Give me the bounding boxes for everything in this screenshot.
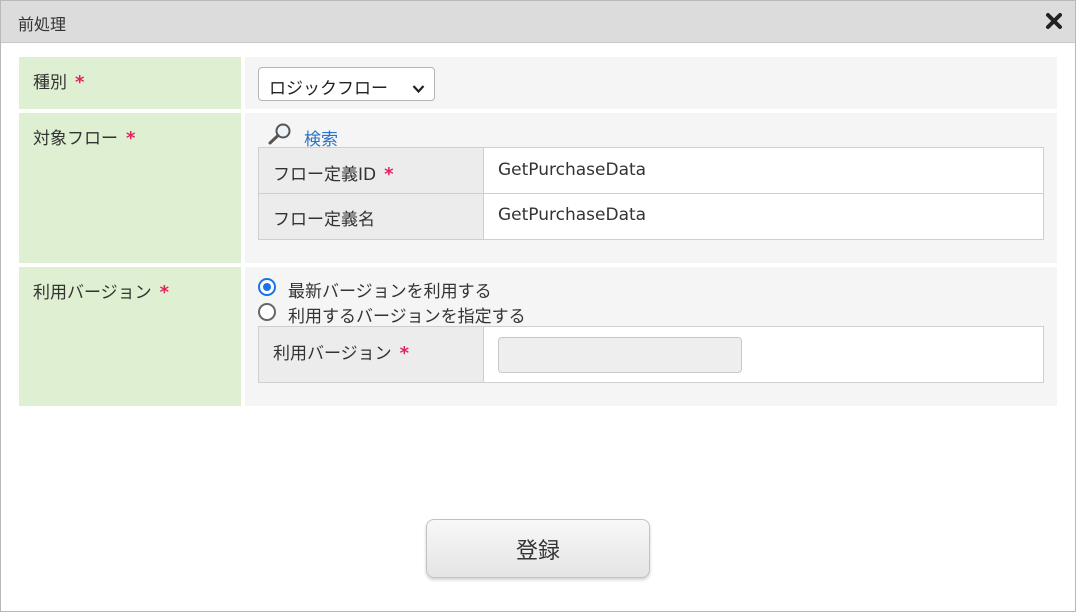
required-mark: * — [126, 128, 136, 149]
row-version: 利用バージョン * 最新バージョンを利用する 利用するバージョンを指定する 利用バ… — [19, 267, 1057, 406]
version-table: 利用バージョン * — [258, 326, 1044, 383]
dialog-titlebar: 前処理 — [1, 1, 1075, 43]
required-mark: * — [75, 72, 85, 93]
dialog-title: 前処理 — [18, 15, 67, 34]
row-target-flow-label: 対象フロー — [33, 129, 118, 149]
type-select-value: ロジックフロー — [269, 79, 388, 99]
flow-name-label: フロー定義名 — [273, 210, 375, 230]
row-type-label: 種別 — [33, 73, 67, 93]
version-label: 利用バージョン — [273, 344, 392, 364]
flow-name-label-cell: フロー定義名 — [259, 194, 484, 239]
flow-id-value: GetPurchaseData — [498, 160, 647, 180]
close-icon[interactable] — [1043, 10, 1065, 32]
row-type: 種別 * ロジックフロー — [19, 57, 1057, 109]
radio-specify-circle[interactable] — [258, 303, 276, 321]
radio-specify-version[interactable]: 利用するバージョンを指定する — [258, 301, 578, 327]
row-version-label: 利用バージョン — [33, 283, 152, 303]
row-type-content: ロジックフロー — [245, 57, 1057, 109]
radio-latest-label: 最新バージョンを利用する — [288, 282, 492, 302]
row-type-label-cell: 種別 * — [19, 57, 241, 109]
row-version-label-cell: 利用バージョン * — [19, 267, 241, 406]
row-target-flow: 対象フロー * 検索 フロー定義ID * GetPurchaseData フロー… — [19, 113, 1057, 263]
flow-id-label: フロー定義ID — [273, 165, 377, 185]
preprocess-dialog: 前処理 種別 * ロジックフロー 対象フロー * 検索 フロー定義ID * Ge… — [0, 0, 1076, 612]
type-select[interactable]: ロジックフロー — [258, 67, 435, 101]
radio-specify-label: 利用するバージョンを指定する — [288, 307, 526, 327]
flow-name-value: GetPurchaseData — [498, 205, 647, 225]
required-mark: * — [399, 343, 410, 364]
version-label-cell: 利用バージョン * — [259, 327, 484, 382]
row-version-content: 最新バージョンを利用する 利用するバージョンを指定する 利用バージョン * — [245, 267, 1057, 406]
register-button[interactable]: 登録 — [426, 519, 650, 578]
required-mark: * — [159, 282, 170, 303]
chevron-down-icon — [412, 79, 425, 99]
flow-name-row: フロー定義名 GetPurchaseData — [259, 194, 1043, 239]
flow-id-label-cell: フロー定義ID * — [259, 148, 484, 193]
radio-latest-version[interactable]: 最新バージョンを利用する — [258, 276, 558, 302]
required-mark: * — [384, 164, 394, 185]
flow-info-table: フロー定義ID * GetPurchaseData フロー定義名 GetPurch… — [258, 147, 1044, 240]
version-row: 利用バージョン * — [259, 327, 1043, 382]
flow-id-row: フロー定義ID * GetPurchaseData — [259, 148, 1043, 194]
version-input[interactable] — [498, 337, 742, 373]
magnifier-icon — [267, 123, 293, 149]
radio-latest-circle[interactable] — [258, 278, 276, 296]
row-target-flow-label-cell: 対象フロー * — [19, 113, 241, 263]
row-target-flow-content: 検索 フロー定義ID * GetPurchaseData フロー定義名 GetPu… — [245, 113, 1057, 263]
